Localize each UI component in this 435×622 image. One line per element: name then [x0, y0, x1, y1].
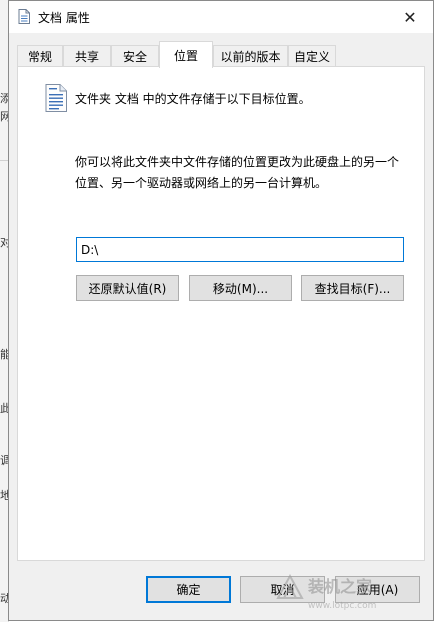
tab-sharing[interactable]: 共享 — [63, 45, 111, 66]
close-button[interactable]: ✕ — [387, 1, 433, 33]
background-divider — [0, 160, 8, 161]
dialog-title: 文档 属性 — [38, 11, 90, 25]
restore-default-button[interactable]: 还原默认值(R) — [76, 275, 179, 301]
apply-button[interactable]: 应用(A) — [335, 576, 420, 603]
close-icon: ✕ — [403, 7, 417, 27]
background-text-fragment: 网 — [0, 110, 8, 123]
ok-button[interactable]: 确定 — [146, 576, 231, 603]
background-text-fragment: 地 — [0, 489, 8, 502]
tab-general[interactable]: 常规 — [17, 45, 63, 66]
location-panel: 文件夹 文档 中的文件存储于以下目标位置。 你可以将此文件夹中文件存储的位置更改… — [17, 66, 425, 561]
background-text-fragment: 对 — [0, 236, 8, 249]
location-path-input[interactable] — [76, 237, 404, 262]
find-target-button[interactable]: 查找目标(F)... — [301, 275, 404, 301]
document-icon — [18, 9, 30, 24]
background-text-fragment: 调 — [0, 454, 8, 467]
description-line-1: 你可以将此文件夹中文件存储的位置更改为此硬盘上的另一个 — [75, 155, 400, 169]
background-text-fragment: 动 — [0, 592, 8, 605]
properties-dialog: 文档 属性 ✕ 常规 共享 安全 位置 以前的版本 自定义 文件夹 文档 中的文… — [8, 0, 434, 621]
tab-location[interactable]: 位置 — [159, 41, 213, 68]
tab-previous-versions[interactable]: 以前的版本 — [213, 45, 288, 66]
background-text-fragment: 添 — [0, 92, 8, 105]
cancel-button[interactable]: 取消 — [240, 576, 325, 603]
title-bar[interactable]: 文档 属性 ✕ — [9, 1, 433, 33]
document-folder-icon — [45, 84, 67, 112]
move-button[interactable]: 移动(M)... — [189, 275, 292, 301]
description-line-2: 位置、另一个驱动器或网络上的另一台计算机。 — [75, 176, 328, 190]
tab-security[interactable]: 安全 — [111, 45, 159, 66]
tab-customize[interactable]: 自定义 — [288, 45, 336, 66]
background-text-fragment: 此 — [0, 402, 8, 415]
background-text-fragment: 能 — [0, 348, 8, 361]
location-intro-text: 文件夹 文档 中的文件存储于以下目标位置。 — [75, 92, 311, 106]
